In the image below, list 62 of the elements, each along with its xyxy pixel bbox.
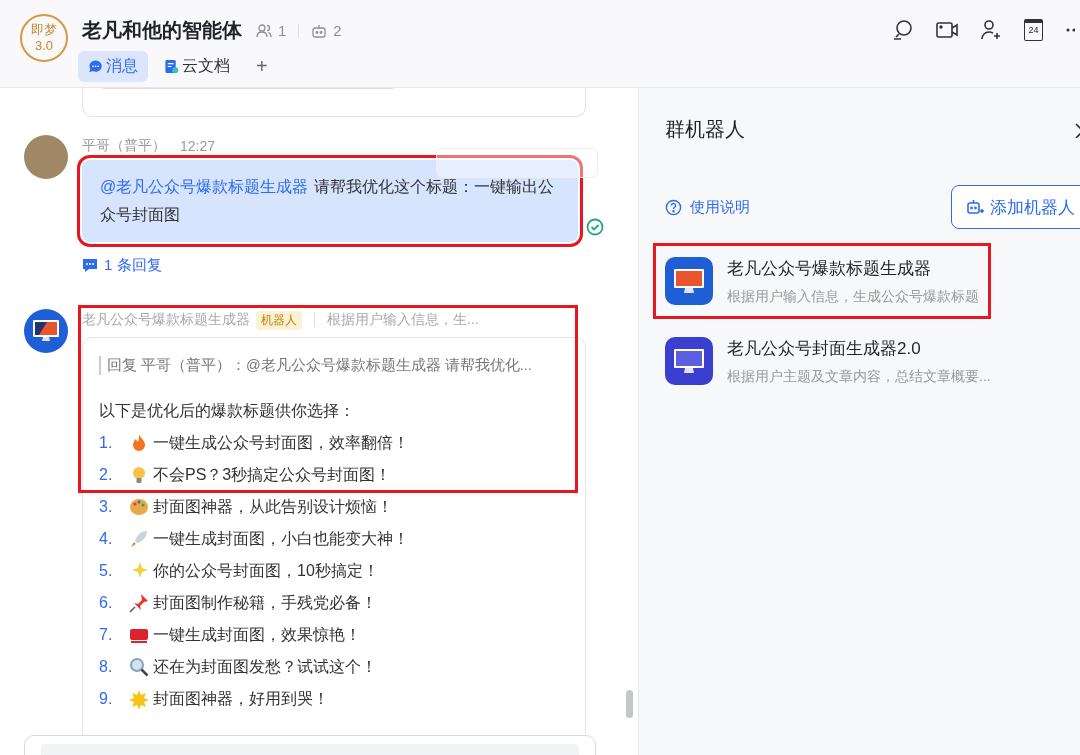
robot-add-icon <box>966 198 984 216</box>
robot-count: 2 <box>333 22 342 39</box>
avatar <box>24 135 68 179</box>
calendar-icon[interactable]: 24 <box>1024 19 1043 41</box>
pin-icon <box>129 593 149 613</box>
list-item-text: 一键生成封面图，效果惊艳！ <box>153 624 361 645</box>
members-icon <box>256 22 272 39</box>
message-time: 12:27 <box>180 138 216 154</box>
tab[interactable]: 云文档 <box>154 51 240 82</box>
document-icon <box>164 59 179 74</box>
message-text: 以下是优化后的爆款标题供你选择： <box>99 401 356 421</box>
robot-name: 老凡公众号封面生成器2.0 <box>727 337 922 360</box>
list-number: 4. <box>99 530 114 548</box>
comment-icon <box>82 258 98 273</box>
help-icon <box>665 198 682 216</box>
message-text: @老凡公众号爆款标题生成器 请帮我优化这个标题：一键输出公众号封面图 <box>100 177 556 225</box>
burst-icon <box>129 689 149 709</box>
sender-name: 老凡公众号爆款标题生成器 <box>82 311 250 329</box>
robot-description: 根据用户主题及文章内容，总结文章概要... <box>727 367 991 386</box>
robot-description: 根据用户输入信息，生成公众号爆款标题 <box>727 287 979 306</box>
reply-quote: 回复 平哥（普平）：@老凡公众号爆款标题生成器 请帮我优化... <box>99 356 569 375</box>
robot-icon <box>311 22 328 39</box>
robot-list-item[interactable]: 老凡公众号封面生成器2.0 根据用户主题及文章内容，总结文章概要... <box>653 323 1003 399</box>
search-icon[interactable] <box>892 19 914 41</box>
video-call-icon[interactable] <box>936 19 958 41</box>
list-item-text: 你的公众号封面图，10秒搞定！ <box>153 560 379 581</box>
robot-list-item[interactable]: 老凡公众号爆款标题生成器 根据用户输入信息，生成公众号爆款标题 <box>653 243 991 319</box>
panel-title: 群机器人 <box>665 117 745 142</box>
member-count: 1 <box>278 22 287 39</box>
tab[interactable]: 消息 <box>78 51 148 82</box>
list-item-text: 还在为封面图发愁？试试这个！ <box>153 656 377 677</box>
list-number: 2. <box>99 466 114 484</box>
add-tab-button[interactable]: + <box>246 51 278 82</box>
list-number: 5. <box>99 562 114 580</box>
bot-description: 根据用户输入信息，生... <box>327 311 479 329</box>
group-logo: 即梦 3.0 <box>20 14 68 62</box>
list-number: 6. <box>99 594 114 612</box>
list-item-text: 不会PS？3秒搞定公众号封面图！ <box>153 464 392 485</box>
list-item-text: 封面图神器，好用到哭！ <box>153 688 329 709</box>
list-item-text: 一键生成公众号封面图，效率翻倍！ <box>153 432 409 453</box>
list-item-text: 一键生成封面图，小白也能变大神！ <box>153 528 409 549</box>
bot-badge: 机器人 <box>256 310 302 330</box>
magnifier-icon <box>129 657 149 677</box>
sender-name: 平哥（普平） <box>82 137 166 155</box>
list-number: 9. <box>99 690 114 708</box>
add-member-icon[interactable] <box>980 19 1002 41</box>
scrollbar[interactable] <box>626 690 633 718</box>
robot-name: 老凡公众号爆款标题生成器 <box>727 257 932 280</box>
list-number: 7. <box>99 626 114 644</box>
list-item-text: 封面图神器，从此告别设计烦恼！ <box>153 496 393 517</box>
replies-link[interactable]: 1 条回复 <box>82 256 162 275</box>
chat-bubble-icon <box>88 59 103 74</box>
add-robot-button[interactable]: 添加机器人 <box>951 185 1080 229</box>
list-number: 1. <box>99 434 114 452</box>
group-title: 老凡和他的智能体 <box>82 18 242 43</box>
list-number: 3. <box>99 498 114 516</box>
list-item-text: 封面图制作秘籍，手残党必备！ <box>153 592 377 613</box>
list-number: 8. <box>99 658 114 676</box>
bot-avatar <box>24 309 68 353</box>
mention-link[interactable]: @老凡公众号爆款标题生成器 <box>100 178 309 195</box>
palette-icon <box>129 497 149 517</box>
help-link[interactable]: 使用说明 <box>665 197 750 217</box>
